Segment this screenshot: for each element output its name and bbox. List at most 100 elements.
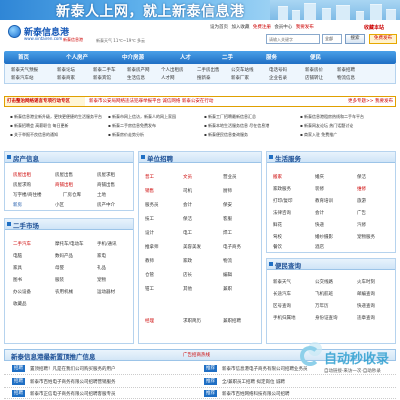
promo-hotline[interactable]: 广告招商热线 xyxy=(183,352,210,358)
notice-item[interactable]: ▪ 新泰便民信息查询服务 xyxy=(204,132,248,138)
notice-item[interactable]: ▪ 新泰信息港全新升级，更快更便捷的生活服务平台 xyxy=(10,114,102,120)
sub-nav-link[interactable]: 新泰房价 xyxy=(305,67,323,73)
job-item[interactable]: 技工 xyxy=(145,216,154,222)
convenience-item[interactable]: 长途汽车 xyxy=(273,291,291,297)
notice-item[interactable]: ▪ 新泰工厂招聘最新信息汇总 xyxy=(204,114,256,120)
second-item[interactable]: 二手汽车 xyxy=(13,241,31,247)
sub-nav-link[interactable]: 人才网 xyxy=(161,75,175,81)
life-item[interactable]: 餐饮 xyxy=(273,244,282,250)
second-item[interactable]: 家具 xyxy=(13,265,22,271)
job-item[interactable]: 保洁 xyxy=(183,216,192,222)
sub-nav-link[interactable]: 个人出租房 xyxy=(161,67,184,73)
sub-nav-link[interactable]: 新泰商家 xyxy=(57,75,75,81)
promo-text[interactable]: 新泰市百姓网络科技有限公司招聘 xyxy=(222,391,290,397)
campaign-more[interactable]: 更多专题>> 我要发布 xyxy=(348,97,393,106)
second-item[interactable]: 图书 xyxy=(13,277,22,283)
promo-row[interactable]: 招聘 新泰市正信电子商务有限公司招聘客服专员 推荐 新泰市百姓网络科技有限公司招… xyxy=(4,388,396,399)
convenience-item[interactable]: 快递查询 xyxy=(357,303,375,309)
life-item[interactable]: 保洁 xyxy=(357,174,366,180)
campaign-bar[interactable]: 打击整治网络谣言专项行动专区 新泰市公安局网络违法犯罪举报平台 诚信网络 新泰公… xyxy=(4,96,396,107)
job-item[interactable]: 求职简历 xyxy=(183,318,201,324)
sub-nav-link[interactable]: 店铺转让 xyxy=(305,75,323,81)
house-item[interactable]: 新房 xyxy=(13,202,22,208)
life-item[interactable]: 酒店 xyxy=(315,244,324,250)
house-item[interactable]: 小区 xyxy=(55,202,64,208)
job-item[interactable]: 保安 xyxy=(223,202,232,208)
job-item[interactable]: 服务员 xyxy=(145,202,159,208)
job-item[interactable]: 电工 xyxy=(183,230,192,236)
second-item[interactable]: 收藏品 xyxy=(13,301,27,307)
search-category-select[interactable]: 全部 xyxy=(322,34,342,44)
promo-text[interactable]: 新泰市信息港电子商务有限公司招聘业务员 xyxy=(222,366,308,372)
life-item[interactable]: 广告 xyxy=(357,210,366,216)
job-item[interactable]: 钳工 xyxy=(145,286,154,292)
life-item[interactable]: 会计 xyxy=(315,210,324,216)
top-link[interactable]: 会员中心 xyxy=(274,25,292,30)
promo-text[interactable]: 置顶招聘！凡是在我们公司购买服务的用户 xyxy=(30,366,116,372)
life-item[interactable]: 快递 xyxy=(315,222,324,228)
second-item[interactable]: 电脑 xyxy=(13,253,22,259)
job-item[interactable]: 焊工 xyxy=(223,230,232,236)
convenience-item[interactable]: 新泰天气 xyxy=(273,279,291,285)
life-item[interactable]: 鲜花 xyxy=(273,222,282,228)
convenience-item[interactable]: 违章查询 xyxy=(357,315,375,321)
notice-item[interactable]: ▪ 新泰房价走势分析 xyxy=(108,132,144,138)
job-item[interactable]: 电子商务 xyxy=(223,244,241,250)
house-item[interactable]: 土地 xyxy=(97,192,106,198)
house-item[interactable]: 房产中介 xyxy=(97,202,115,208)
sub-nav-link[interactable]: 新泰厂家 xyxy=(231,75,249,81)
job-item[interactable]: 会计 xyxy=(183,202,192,208)
life-item[interactable]: 装修 xyxy=(315,186,324,192)
second-item[interactable]: 数码产品 xyxy=(55,253,73,259)
convenience-item[interactable]: 万年历 xyxy=(315,303,329,309)
nav-item[interactable]: 人才 xyxy=(180,53,191,61)
job-item[interactable]: 仓管 xyxy=(145,272,154,278)
top-link[interactable]: 免费注册 xyxy=(253,25,271,30)
sub-nav-link[interactable]: 新泰二手车 xyxy=(93,67,116,73)
notice-item[interactable]: ▪ 新泰本地生活服务信息 尽在信息港 xyxy=(204,123,269,129)
life-item[interactable]: 搬家 xyxy=(273,174,282,180)
nav-item[interactable]: 首页 xyxy=(18,53,29,61)
convenience-item[interactable]: 飞机航班 xyxy=(315,291,333,297)
life-item[interactable]: 教育培训 xyxy=(315,198,333,204)
sub-nav-link[interactable]: 搜新泰 xyxy=(197,75,211,81)
sub-nav-link[interactable]: 新泰汽车站 xyxy=(11,75,34,81)
top-link[interactable]: 设为首页 xyxy=(210,25,228,30)
job-item[interactable]: 销售 xyxy=(145,188,154,194)
job-item[interactable]: 经理 xyxy=(145,318,154,324)
job-item[interactable]: 普工 xyxy=(145,174,154,180)
house-item[interactable]: 写字楼/商住楼 xyxy=(13,192,42,198)
life-item[interactable]: 打印/复印 xyxy=(273,198,293,204)
convenience-item[interactable]: 手机归属地 xyxy=(273,315,296,321)
job-item[interactable]: 兼职招聘 xyxy=(223,318,241,324)
life-item[interactable]: 家政服务 xyxy=(273,186,291,192)
life-item[interactable]: 法律咨询 xyxy=(273,210,291,216)
sub-nav-link[interactable]: 新泰招聘 xyxy=(337,67,355,73)
convenience-item[interactable]: 区号查询 xyxy=(273,303,291,309)
house-item[interactable]: 房屋出售 xyxy=(55,172,73,178)
post-button[interactable]: 免费发布 xyxy=(369,34,397,44)
job-item[interactable]: 推拿师 xyxy=(145,244,159,250)
sub-nav-link[interactable]: 新泰房产网 xyxy=(127,67,150,73)
house-item[interactable]: 商铺出售 xyxy=(97,182,115,188)
house-item[interactable]: 商铺出租 xyxy=(55,182,73,188)
convenience-item[interactable]: 公交线路 xyxy=(315,279,333,285)
notice-item[interactable]: ▪ 新泰信息港租房热线和二手车平台 xyxy=(300,114,364,120)
second-item[interactable]: 农用机械 xyxy=(55,289,73,295)
notice-item[interactable]: ▪ 新泰二手房信息免费发布 xyxy=(108,123,156,129)
sub-nav-link[interactable]: 公交车站线 xyxy=(231,67,254,73)
job-item[interactable]: 设计 xyxy=(145,230,154,236)
sub-nav-link[interactable]: 新泰论坛 xyxy=(57,67,75,73)
house-item[interactable]: 房屋求购 xyxy=(13,182,31,188)
life-item[interactable]: 维修 xyxy=(357,186,366,192)
job-item[interactable]: 其他 xyxy=(183,286,192,292)
promo-text[interactable]: 新泰市百姓电子商务有限公司招聘营销服务 xyxy=(30,379,116,385)
convenience-item[interactable]: 身份证查询 xyxy=(315,315,338,321)
job-item[interactable]: 编辑 xyxy=(223,272,232,278)
sub-nav-link[interactable]: 二手房出售 xyxy=(197,67,220,73)
top-link[interactable]: 我要发布 xyxy=(296,25,314,30)
second-item[interactable]: 母婴 xyxy=(55,265,64,271)
top-link[interactable]: 加入收藏 xyxy=(231,25,249,30)
second-item[interactable]: 摩托车/电动车 xyxy=(55,241,84,247)
second-item[interactable]: 服装 xyxy=(55,277,64,283)
